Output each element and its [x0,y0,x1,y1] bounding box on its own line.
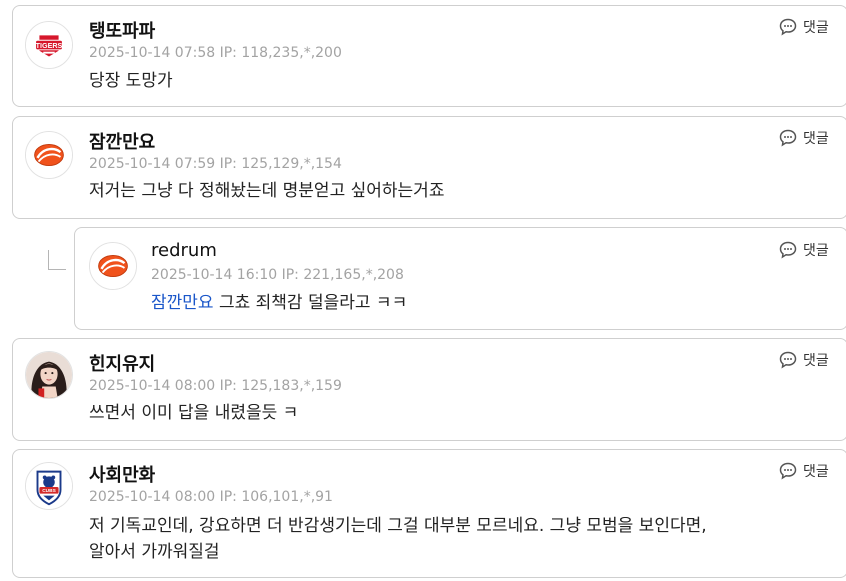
tigers-logo-icon[interactable]: TIGERS [25,21,73,69]
speech-bubble-icon [779,18,797,36]
comment-author[interactable]: 사회만화 [89,461,155,487]
comment-meta: 2025-10-14 07:58 IP: 118,235,*,200 [89,45,342,61]
comment-card: 힌지유지 2025-10-14 08:00 IP: 125,183,*,159 … [12,338,846,441]
comment-text-line-1: 저 기독교인데, 강요하면 더 반감생기는데 그걸 대부분 모르네요. 그냥 모… [89,516,707,536]
reply-label: 댓글 [803,464,829,480]
comment-card: TIGERS 탱또파파 2025-10-14 07:58 IP: 118,235… [12,5,846,107]
comment-author[interactable]: redrum [151,240,217,261]
reply-label: 댓글 [803,353,829,369]
comment-meta: 2025-10-14 07:59 IP: 125,129,*,154 [89,156,342,172]
comment-text: 잠깐만요 그쵸 죄책감 덜을라고 ㅋㅋ [151,290,407,317]
speech-bubble-icon [779,241,797,259]
speech-bubble-icon [779,129,797,147]
orange-ball-logo-icon[interactable] [25,131,73,179]
comment-card: CUBS 사회만화 2025-10-14 08:00 IP: 106,101,*… [12,449,846,578]
comment-text-line-2: 알아서 가까워질걸 [89,542,220,562]
reply-branch-line [48,250,66,270]
comment-text: 쓰면서 이미 답을 내렸을듯 ㅋ [89,403,299,423]
comment-text: 당장 도망가 [89,71,173,91]
cubs-shield-logo-icon[interactable]: CUBS [25,462,73,510]
orange-ball-logo-icon[interactable] [89,242,137,290]
comment-author[interactable]: 잠깐만요 [89,128,155,154]
comment-text: 저거는 그냥 다 정해놨는데 명분얻고 싶어하는거죠 [89,181,445,201]
reply-button[interactable]: 댓글 [779,128,829,148]
comment-meta: 2025-10-14 08:00 IP: 125,183,*,159 [89,378,342,394]
comment-card: 잠깐만요 2025-10-14 07:59 IP: 125,129,*,154 … [12,116,846,219]
portrait-photo-icon[interactable] [25,351,73,399]
reply-label: 댓글 [803,131,829,147]
reply-button[interactable]: 댓글 [779,240,829,260]
reply-card: redrum 2025-10-14 16:10 IP: 221,165,*,20… [74,227,846,330]
speech-bubble-icon [779,462,797,480]
reply-button[interactable]: 댓글 [779,350,829,370]
reply-button[interactable]: 댓글 [779,17,829,37]
speech-bubble-icon [779,351,797,369]
comment-author[interactable]: 탱또파파 [89,17,155,43]
svg-text:CUBS: CUBS [42,488,56,494]
reply-text: 그쵸 죄책감 덜을라고 ㅋㅋ [213,293,408,313]
mention-link[interactable]: 잠깐만요 [151,293,214,313]
reply-label: 댓글 [803,243,829,259]
reply-button[interactable]: 댓글 [779,461,829,481]
comment-author[interactable]: 힌지유지 [89,350,155,376]
comment-meta: 2025-10-14 08:00 IP: 106,101,*,91 [89,489,333,505]
comment-meta: 2025-10-14 16:10 IP: 221,165,*,208 [151,267,404,283]
reply-label: 댓글 [803,20,829,36]
svg-text:TIGERS: TIGERS [36,42,63,50]
